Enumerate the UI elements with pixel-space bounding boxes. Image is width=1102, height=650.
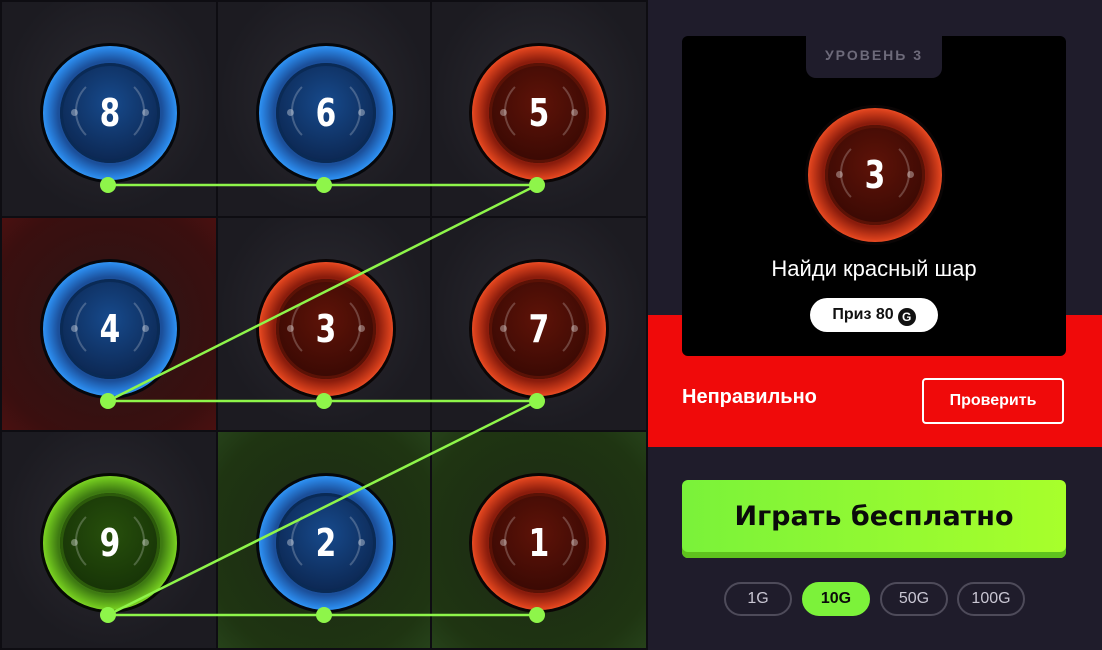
ball-red[interactable]: 5 [472, 46, 606, 180]
prize-badge: Приз 80 G [810, 298, 938, 332]
task-card: УРОВЕНЬ 3 3 Найди красный шар Приз 80 G [682, 36, 1066, 356]
ball-blue[interactable]: 6 [259, 46, 393, 180]
board-cell-highlighted[interactable]: 1 [430, 430, 648, 650]
board-cell[interactable]: 5 [430, 0, 648, 218]
board-cell[interactable]: 9 [0, 430, 218, 650]
check-button[interactable]: Проверить [922, 378, 1064, 424]
ball-green[interactable]: 9 [43, 476, 177, 610]
board-cell-highlighted[interactable]: 2 [216, 430, 432, 650]
board-cell[interactable]: 6 [216, 0, 432, 218]
ball-blue[interactable]: 2 [259, 476, 393, 610]
coin-icon: G [897, 308, 916, 326]
ball-blue[interactable]: 8 [43, 46, 177, 180]
result-text: Неправильно [682, 386, 817, 408]
play-free-button[interactable]: Играть бесплатно [682, 480, 1066, 558]
ball-red[interactable]: 7 [472, 262, 606, 396]
board-cell[interactable]: 3 [216, 216, 432, 432]
ball-number: 3 [315, 307, 337, 351]
bet-option-100g[interactable]: 100G [957, 582, 1025, 616]
ball-number: 2 [315, 521, 337, 565]
ball-number: 1 [528, 521, 550, 565]
target-ball-icon: 3 [808, 108, 942, 242]
board-cell-highlighted[interactable]: 4 [0, 216, 218, 432]
bet-option-1g[interactable]: 1G [724, 582, 792, 616]
ball-number: 5 [528, 91, 550, 135]
bet-option-50g[interactable]: 50G [880, 582, 948, 616]
ball-number: 4 [99, 307, 121, 351]
bet-option-10g[interactable]: 10G [802, 582, 870, 616]
ball-number: 8 [99, 91, 121, 135]
side-panel: УРОВЕНЬ 3 3 Найди красный шар Приз 80 G Н… [648, 0, 1102, 650]
ball-number: 6 [315, 91, 337, 135]
task-text: Найди красный шар [771, 256, 977, 281]
prize-label: Приз 80 [832, 306, 894, 323]
game-board: 8 6 5 4 3 7 9 2 1 [0, 0, 648, 650]
ball-number: 9 [99, 521, 121, 565]
ball-red[interactable]: 3 [259, 262, 393, 396]
ball-number: 7 [528, 307, 550, 351]
ball-red[interactable]: 1 [472, 476, 606, 610]
target-number: 3 [864, 153, 886, 197]
level-label: УРОВЕНЬ 3 [806, 36, 942, 78]
board-cell[interactable]: 7 [430, 216, 648, 432]
board-cell[interactable]: 8 [0, 0, 218, 218]
ball-blue[interactable]: 4 [43, 262, 177, 396]
